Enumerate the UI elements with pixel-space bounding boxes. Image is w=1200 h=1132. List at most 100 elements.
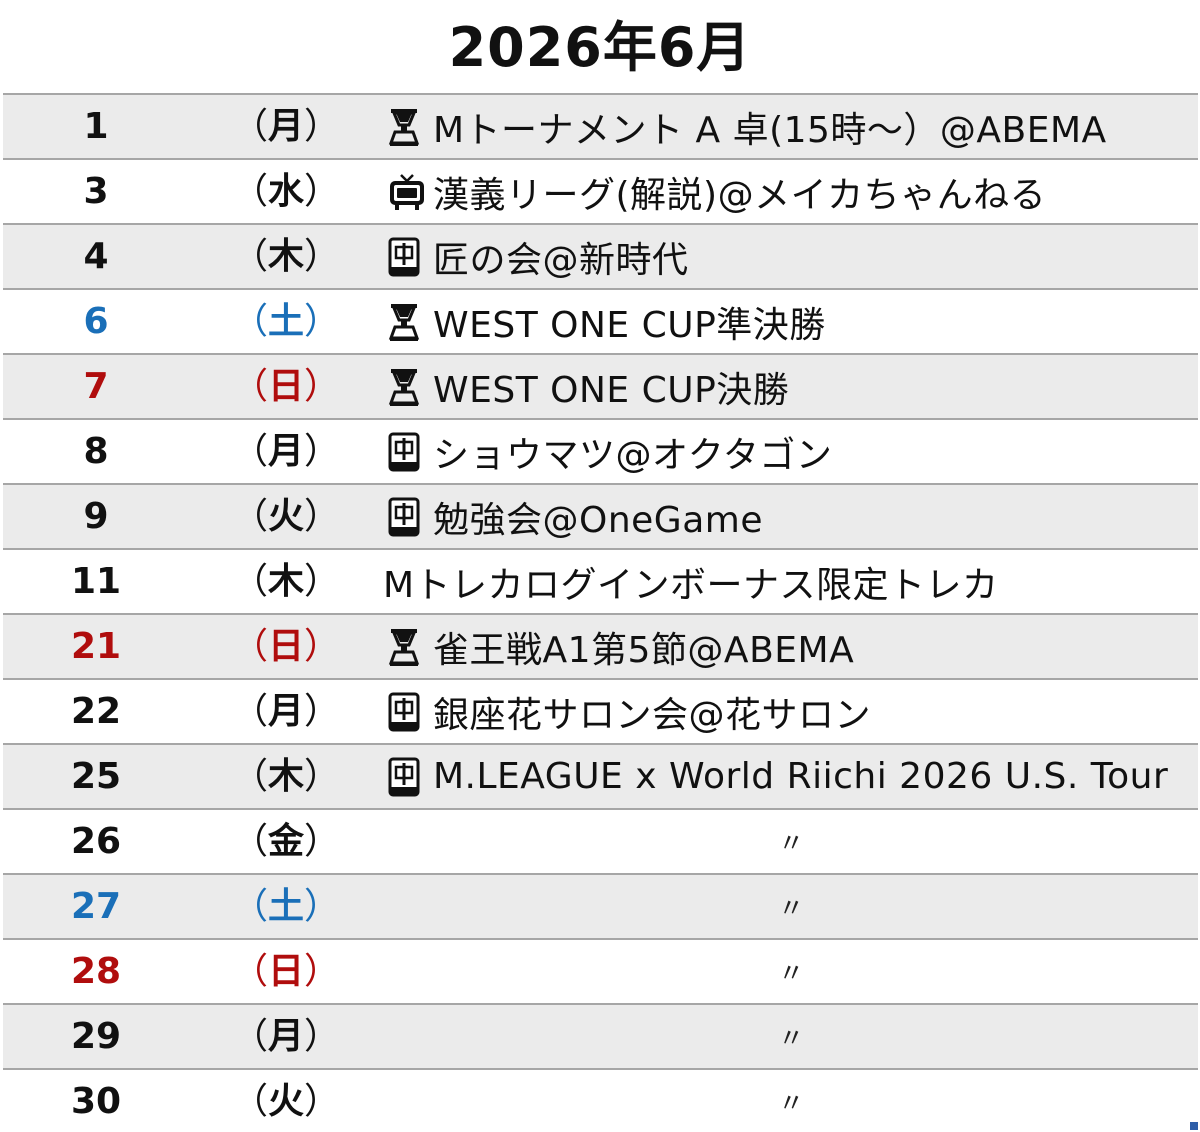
weekday-label: （木） — [231, 561, 341, 602]
day-number: 6 — [83, 301, 109, 342]
weekday-label: （月） — [231, 1016, 341, 1057]
mahjong-tile-icon — [387, 690, 433, 734]
table-row: 8 （月） ショウマツ@オクタゴン — [3, 420, 1198, 485]
mahjong-tile-icon — [387, 495, 433, 539]
event-cell: 匠の会@新時代 — [387, 225, 1196, 288]
event-text: ショウマツ@オクタゴン — [433, 434, 833, 476]
table-row: 22 （月） 銀座花サロン会@花サロン — [3, 680, 1198, 745]
event-cell: Mトレカログインボーナス限定トレカ — [383, 550, 1196, 613]
event-cell: WEST ONE CUP準決勝 — [387, 290, 1196, 353]
table-row: 1 （月） Mトーナメント A 卓(15時〜）@ABEMA — [3, 95, 1198, 160]
weekday-char: 火 — [267, 496, 304, 537]
trophy-icon — [387, 105, 433, 149]
schedule-page: 2026年6月 1 （月） Mトーナメント A 卓(15時〜）@ABEMA 3 （水） 漢… — [0, 0, 1200, 1132]
weekday-char: 木 — [267, 756, 304, 797]
day-number: 1 — [83, 106, 109, 147]
trophy-icon — [387, 300, 433, 344]
event-cell: 〃 — [387, 875, 1196, 938]
day-number: 29 — [70, 1016, 122, 1057]
day-number: 9 — [83, 496, 109, 537]
weekday-label: （土） — [231, 886, 341, 927]
event-text: 雀王戦A1第5節@ABEMA — [433, 629, 855, 671]
weekday-label: （火） — [231, 1081, 341, 1122]
event-cell: 漢義リーグ(解説)@メイカちゃんねる — [387, 160, 1196, 223]
weekday-char: 月 — [267, 106, 304, 147]
weekday-char: 水 — [267, 171, 304, 212]
day-number: 30 — [70, 1081, 122, 1122]
table-row: 29 （月） 〃 — [3, 1005, 1198, 1070]
weekday-label: （日） — [231, 951, 341, 992]
event-text: Mトレカログインボーナス限定トレカ — [383, 564, 999, 606]
trophy-icon — [387, 625, 433, 669]
table-row: 7 （日） WEST ONE CUP決勝 — [3, 355, 1198, 420]
day-number: 11 — [70, 561, 122, 602]
weekday-label: （木） — [231, 756, 341, 797]
weekday-char: 日 — [267, 366, 304, 407]
event-cell: WEST ONE CUP決勝 — [387, 355, 1196, 418]
selection-handle[interactable] — [1190, 1122, 1198, 1130]
table-row: 27 （土） 〃 — [3, 875, 1198, 940]
weekday-char: 月 — [267, 1016, 304, 1057]
weekday-label: （木） — [231, 236, 341, 277]
weekday-label: （月） — [231, 691, 341, 732]
event-cell: 勉強会@OneGame — [387, 485, 1196, 548]
day-number: 21 — [70, 626, 122, 667]
weekday-char: 木 — [267, 561, 304, 602]
event-text: 匠の会@新時代 — [433, 239, 689, 281]
weekday-char: 木 — [267, 236, 304, 277]
day-number: 3 — [83, 171, 109, 212]
day-number: 28 — [70, 951, 122, 992]
event-cell: 〃 — [387, 940, 1196, 1003]
weekday-label: （月） — [231, 431, 341, 472]
event-text: 漢義リーグ(解説)@メイカちゃんねる — [433, 174, 1047, 216]
event-cell: Mトーナメント A 卓(15時〜）@ABEMA — [387, 95, 1196, 158]
weekday-char: 金 — [267, 821, 304, 862]
mahjong-tile-icon — [387, 235, 433, 279]
table-row: 9 （火） 勉強会@OneGame — [3, 485, 1198, 550]
mahjong-tile-icon — [387, 755, 433, 799]
event-text: 銀座花サロン会@花サロン — [433, 694, 872, 736]
table-row: 30 （火） 〃 — [3, 1070, 1198, 1132]
weekday-char: 日 — [267, 951, 304, 992]
event-cell: 銀座花サロン会@花サロン — [387, 680, 1196, 743]
day-number: 4 — [83, 236, 109, 277]
table-row: 4 （木） 匠の会@新時代 — [3, 225, 1198, 290]
day-number: 8 — [83, 431, 109, 472]
event-text: 勉強会@OneGame — [433, 499, 763, 541]
event-text: 〃 — [778, 894, 805, 924]
day-number: 25 — [70, 756, 122, 797]
event-text: 〃 — [778, 829, 805, 859]
event-text: M.LEAGUE x World Riichi 2026 U.S. Tour — [433, 756, 1169, 797]
event-text: WEST ONE CUP準決勝 — [433, 304, 826, 346]
event-cell: ショウマツ@オクタゴン — [387, 420, 1196, 483]
table-row: 3 （水） 漢義リーグ(解説)@メイカちゃんねる — [3, 160, 1198, 225]
event-text: 〃 — [778, 959, 805, 989]
event-cell: 〃 — [387, 1070, 1196, 1132]
weekday-label: （火） — [231, 496, 341, 537]
trophy-icon — [387, 365, 433, 409]
weekday-char: 土 — [267, 886, 304, 927]
event-cell: 〃 — [387, 1005, 1196, 1068]
day-number: 7 — [83, 366, 109, 407]
weekday-char: 月 — [267, 431, 304, 472]
weekday-label: （水） — [231, 171, 341, 212]
event-text: 〃 — [778, 1089, 805, 1119]
mahjong-tile-icon — [387, 430, 433, 474]
weekday-char: 月 — [267, 691, 304, 732]
table-row: 21 （日） 雀王戦A1第5節@ABEMA — [3, 615, 1198, 680]
schedule-table: 1 （月） Mトーナメント A 卓(15時〜）@ABEMA 3 （水） 漢義リーグ(解説)… — [3, 93, 1198, 1132]
event-cell: 雀王戦A1第5節@ABEMA — [387, 615, 1196, 678]
weekday-label: （金） — [231, 821, 341, 862]
day-number: 26 — [70, 821, 122, 862]
weekday-label: （日） — [231, 626, 341, 667]
weekday-label: （月） — [231, 106, 341, 147]
table-row: 11 （木） Mトレカログインボーナス限定トレカ — [3, 550, 1198, 615]
table-row: 6 （土） WEST ONE CUP準決勝 — [3, 290, 1198, 355]
weekday-char: 土 — [267, 301, 304, 342]
event-text: WEST ONE CUP決勝 — [433, 369, 790, 411]
day-number: 22 — [70, 691, 122, 732]
weekday-char: 日 — [267, 626, 304, 667]
page-title: 2026年6月 — [448, 16, 752, 79]
event-cell: 〃 — [387, 810, 1196, 873]
table-row: 25 （木） M.LEAGUE x World Riichi 2026 U.S. T… — [3, 745, 1198, 810]
